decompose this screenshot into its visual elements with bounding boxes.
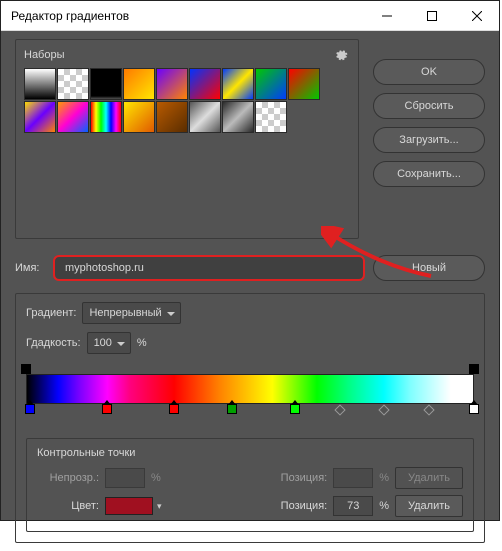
preset-swatch[interactable] bbox=[123, 68, 155, 100]
color-stop[interactable] bbox=[469, 404, 479, 414]
preset-swatch[interactable] bbox=[255, 101, 287, 133]
control-points-title: Контрольные точки bbox=[37, 447, 463, 459]
name-input[interactable] bbox=[53, 255, 365, 281]
gear-icon bbox=[334, 48, 348, 62]
midpoint[interactable] bbox=[379, 404, 390, 415]
presets-menu-button[interactable] bbox=[332, 46, 350, 64]
control-points-panel: Контрольные точки Непрозр.: % Позиция: %… bbox=[26, 438, 474, 532]
presets-label: Наборы bbox=[24, 49, 65, 61]
titlebar: Редактор градиентов bbox=[1, 1, 499, 31]
content-area: Наборы OK Сбросить Загрузить... Сохранит… bbox=[1, 31, 499, 551]
opacity-stops-track[interactable] bbox=[26, 364, 474, 374]
window-title: Редактор градиентов bbox=[11, 9, 364, 23]
color-stop[interactable] bbox=[227, 404, 237, 414]
preset-swatch[interactable] bbox=[189, 68, 221, 100]
midpoint[interactable] bbox=[334, 404, 345, 415]
opacity-position-percent: % bbox=[379, 472, 389, 484]
color-position-percent: % bbox=[379, 500, 389, 512]
color-label: Цвет: bbox=[37, 500, 99, 512]
color-stops-track[interactable] bbox=[26, 404, 474, 418]
preset-swatch[interactable] bbox=[57, 101, 89, 133]
preset-swatch[interactable] bbox=[123, 101, 155, 133]
new-button[interactable]: Новый bbox=[373, 255, 485, 281]
gradient-editor-window: Редактор градиентов Наборы OK Сбросить З bbox=[0, 0, 500, 521]
preset-swatch[interactable] bbox=[222, 101, 254, 133]
preset-swatch[interactable] bbox=[90, 101, 122, 133]
color-stop[interactable] bbox=[25, 404, 35, 414]
close-button[interactable] bbox=[454, 1, 499, 31]
preset-swatch[interactable] bbox=[24, 101, 56, 133]
opacity-stop[interactable] bbox=[469, 364, 479, 374]
opacity-position-input bbox=[333, 468, 373, 488]
preset-swatch[interactable] bbox=[24, 68, 56, 100]
reset-button[interactable]: Сбросить bbox=[373, 93, 485, 119]
gradient-section: Градиент: Непрерывный Гдадкость: 100 % К… bbox=[15, 293, 485, 543]
opacity-label: Непрозр.: bbox=[37, 472, 99, 484]
ok-button[interactable]: OK bbox=[373, 59, 485, 85]
preset-swatch[interactable] bbox=[222, 68, 254, 100]
save-button[interactable]: Сохранить... bbox=[373, 161, 485, 187]
midpoint[interactable] bbox=[424, 404, 435, 415]
opacity-input bbox=[105, 468, 145, 488]
chevron-down-icon[interactable]: ▾ bbox=[157, 501, 162, 512]
window-buttons bbox=[364, 1, 499, 31]
gradient-bar[interactable] bbox=[26, 374, 474, 404]
preset-swatch[interactable] bbox=[255, 68, 287, 100]
smoothness-input[interactable]: 100 bbox=[87, 332, 131, 354]
minimize-button[interactable] bbox=[364, 1, 409, 31]
load-button[interactable]: Загрузить... bbox=[373, 127, 485, 153]
color-stop[interactable] bbox=[102, 404, 112, 414]
presets-panel: Наборы bbox=[15, 39, 359, 239]
color-swatch[interactable] bbox=[105, 497, 153, 515]
delete-opacity-stop-button: Удалить bbox=[395, 467, 463, 489]
position-label-2: Позиция: bbox=[265, 500, 327, 512]
preset-swatch[interactable] bbox=[156, 101, 188, 133]
name-label: Имя: bbox=[15, 262, 45, 274]
color-stop[interactable] bbox=[290, 404, 300, 414]
preset-swatch[interactable] bbox=[57, 68, 89, 100]
smoothness-label: Гдадкость: bbox=[26, 337, 81, 349]
color-position-input[interactable] bbox=[333, 496, 373, 516]
gradient-type-label: Градиент: bbox=[26, 307, 76, 319]
gradient-bar-area bbox=[26, 364, 474, 418]
preset-swatch[interactable] bbox=[156, 68, 188, 100]
position-label-1: Позиция: bbox=[265, 472, 327, 484]
opacity-stop[interactable] bbox=[21, 364, 31, 374]
delete-color-stop-button[interactable]: Удалить bbox=[395, 495, 463, 517]
color-stop[interactable] bbox=[169, 404, 179, 414]
smoothness-percent: % bbox=[137, 337, 147, 349]
preset-swatch[interactable] bbox=[288, 68, 320, 100]
maximize-button[interactable] bbox=[409, 1, 454, 31]
gradient-type-select[interactable]: Непрерывный bbox=[82, 302, 180, 324]
opacity-percent: % bbox=[151, 472, 161, 484]
preset-swatch[interactable] bbox=[90, 68, 122, 100]
preset-grid bbox=[24, 68, 324, 133]
preset-swatch[interactable] bbox=[189, 101, 221, 133]
